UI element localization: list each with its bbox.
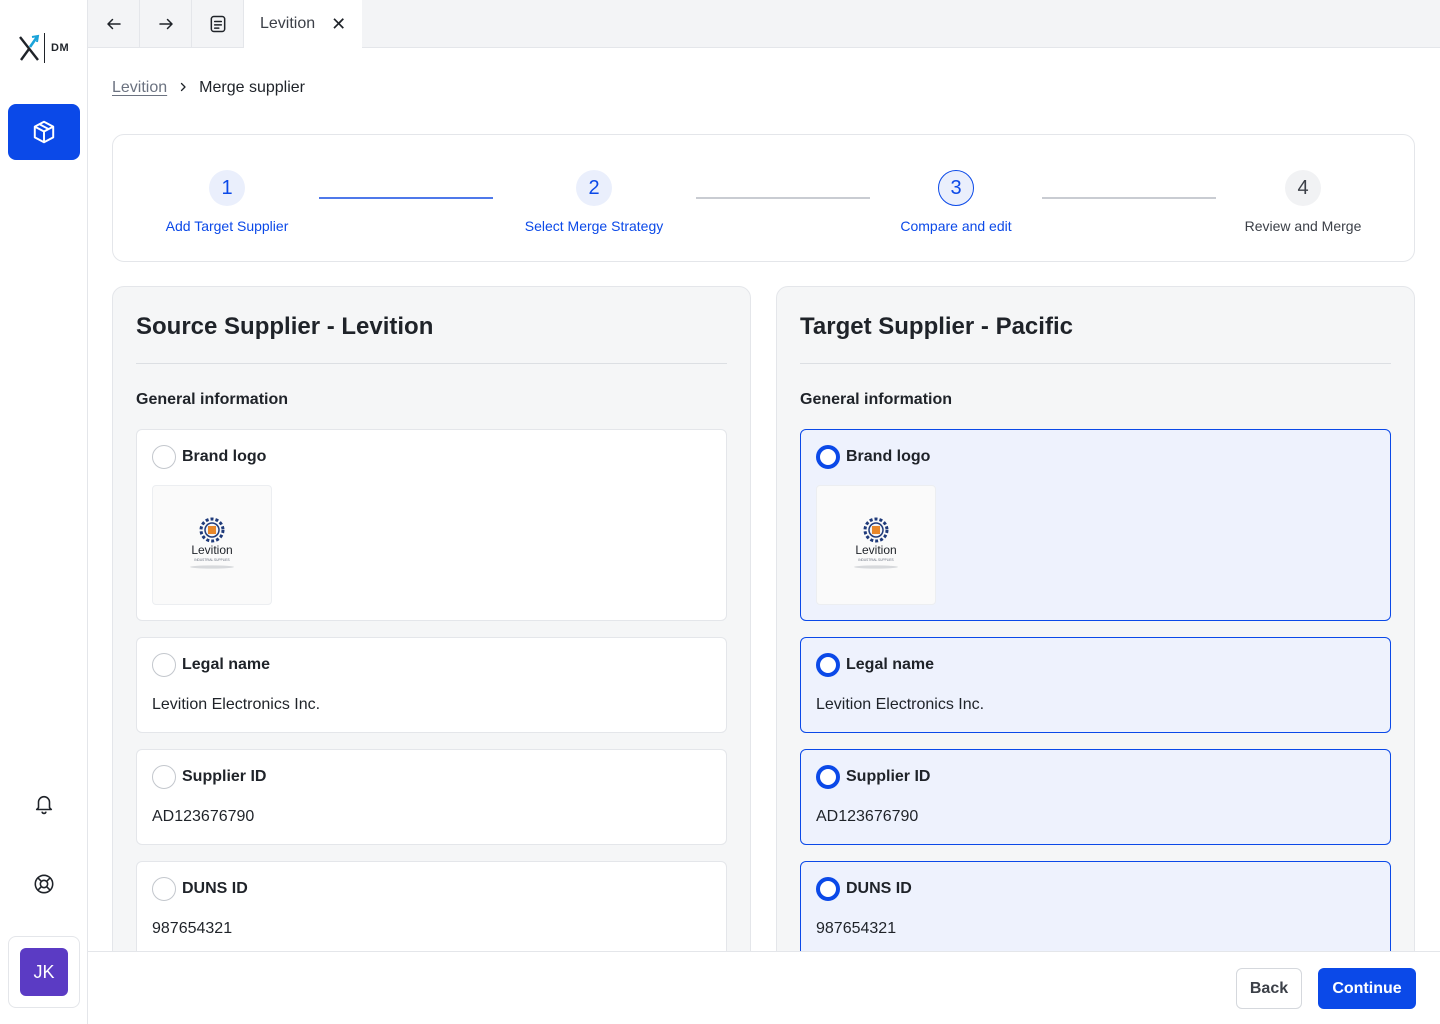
field-card-legal-name[interactable]: Legal name Levition Electronics Inc. [800, 637, 1391, 733]
svg-text:Levition: Levition [191, 543, 232, 557]
step-label: Select Merge Strategy [524, 218, 664, 234]
back-button[interactable]: Back [1236, 968, 1302, 1009]
radio-button[interactable] [152, 653, 176, 677]
field-card-legal-name[interactable]: Legal name Levition Electronics Inc. [136, 637, 727, 733]
user-menu[interactable]: JK [8, 936, 80, 1008]
svg-text:Levition: Levition [855, 543, 896, 557]
field-card-brand-logo[interactable]: Brand logo Levition INDUSTRIAL SUPPLIES [136, 429, 727, 621]
merge-stepper: 1 Add Target Supplier 2 Select Merge Str… [112, 134, 1415, 262]
document-button[interactable] [192, 0, 244, 47]
bell-icon [35, 795, 53, 815]
tab-label: Levition [260, 15, 316, 32]
field-label: Supplier ID [846, 768, 931, 785]
field-card-duns-id[interactable]: DUNS ID 987654321 [800, 861, 1391, 957]
field-value: 987654321 [152, 920, 233, 937]
field-value: AD123676790 [816, 808, 919, 825]
logo-divider [44, 33, 45, 63]
brand-logo-image: Levition INDUSTRIAL SUPPLIES [816, 485, 936, 605]
breadcrumb: Levition Merge supplier [112, 79, 305, 97]
step-compare-edit[interactable]: 3 Compare and edit [856, 170, 1056, 234]
step-number: 2 [576, 170, 612, 206]
svg-text:INDUSTRIAL SUPPLIES: INDUSTRIAL SUPPLIES [194, 558, 229, 562]
field-value: Levition Electronics Inc. [816, 696, 985, 713]
field-card-supplier-id[interactable]: Supplier ID AD123676790 [800, 749, 1391, 845]
field-value: 987654321 [816, 920, 897, 937]
step-connector [1042, 197, 1216, 199]
section-title: General information [800, 391, 953, 408]
help-button[interactable] [28, 868, 60, 900]
step-label: Add Target Supplier [165, 218, 289, 234]
x-logo-icon [19, 34, 40, 61]
breadcrumb-parent-link[interactable]: Levition [112, 79, 167, 97]
tab-levition[interactable]: Levition ✕ [244, 0, 363, 48]
radio-button-selected[interactable] [816, 877, 840, 901]
target-supplier-panel: Target Supplier - Pacific General inform… [776, 286, 1415, 1024]
section-title: General information [136, 391, 289, 408]
sidebar: DM JK [0, 0, 88, 1024]
field-label: Legal name [182, 656, 271, 673]
breadcrumb-current: Merge supplier [199, 79, 305, 96]
field-card-duns-id[interactable]: DUNS ID 987654321 [136, 861, 727, 957]
tab-bar: Levition ✕ [88, 0, 1440, 48]
step-select-strategy[interactable]: 2 Select Merge Strategy [494, 170, 694, 234]
arrow-right-icon [158, 18, 173, 29]
continue-button[interactable]: Continue [1318, 968, 1416, 1009]
field-value: AD123676790 [152, 808, 255, 825]
close-icon[interactable]: ✕ [331, 15, 346, 33]
arrow-left-icon [106, 18, 121, 29]
app-logo[interactable]: DM [18, 32, 69, 64]
forward-nav-button[interactable] [140, 0, 192, 47]
step-connector [319, 197, 493, 199]
step-connector [696, 197, 870, 199]
panel-title: Target Supplier - Pacific [800, 313, 1073, 340]
radio-button-selected[interactable] [816, 653, 840, 677]
brand-logo-image: Levition INDUSTRIAL SUPPLIES [152, 485, 272, 605]
notifications-button[interactable] [28, 788, 60, 820]
radio-button-selected[interactable] [816, 445, 840, 469]
panel-title: Source Supplier - Levition [136, 313, 434, 340]
field-card-brand-logo[interactable]: Brand logo Levition INDUSTRIAL SUPPLIES [800, 429, 1391, 621]
radio-button[interactable] [152, 445, 176, 469]
step-label: Review and Merge [1244, 218, 1362, 234]
svg-text:INDUSTRIAL SUPPLIES: INDUSTRIAL SUPPLIES [858, 558, 893, 562]
field-value: Levition Electronics Inc. [152, 696, 321, 713]
radio-button[interactable] [152, 765, 176, 789]
back-nav-button[interactable] [88, 0, 140, 47]
logo-text: DM [51, 42, 70, 54]
document-icon [210, 15, 225, 32]
step-label: Compare and edit [900, 218, 1012, 234]
footer-actions: Back Continue [88, 951, 1440, 1024]
divider [136, 363, 727, 364]
chevron-right-icon [177, 80, 189, 96]
step-number: 1 [209, 170, 245, 206]
radio-button[interactable] [152, 877, 176, 901]
field-label: DUNS ID [846, 880, 912, 897]
field-label: Supplier ID [182, 768, 267, 785]
step-number: 4 [1285, 170, 1321, 206]
cube-icon [33, 120, 55, 144]
radio-button-selected[interactable] [816, 765, 840, 789]
field-label: DUNS ID [182, 880, 248, 897]
avatar: JK [20, 948, 68, 996]
step-add-target[interactable]: 1 Add Target Supplier [127, 170, 327, 234]
field-card-supplier-id[interactable]: Supplier ID AD123676790 [136, 749, 727, 845]
step-number: 3 [938, 170, 974, 206]
divider [800, 363, 1391, 364]
nav-suppliers[interactable] [8, 104, 80, 160]
field-label: Brand logo [846, 448, 931, 465]
field-label: Brand logo [182, 448, 267, 465]
lifebuoy-icon [34, 874, 54, 894]
field-label: Legal name [846, 656, 935, 673]
source-supplier-panel: Source Supplier - Levition General infor… [112, 286, 751, 1024]
step-review-merge[interactable]: 4 Review and Merge [1203, 170, 1403, 234]
